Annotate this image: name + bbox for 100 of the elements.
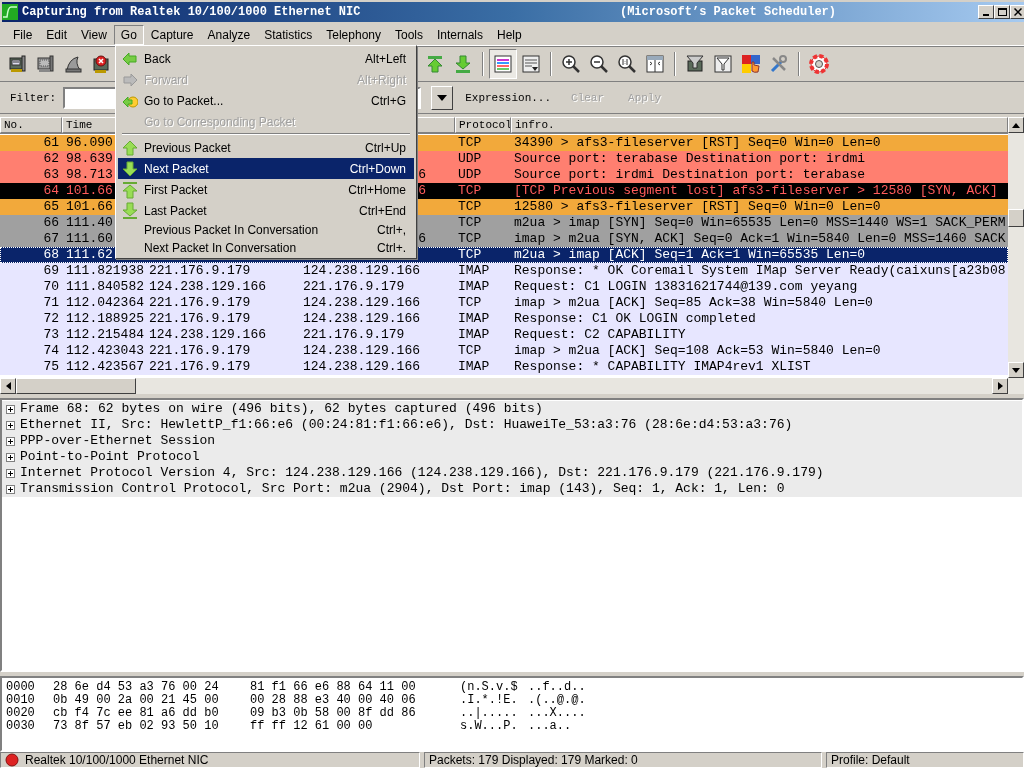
right-arrow-icon[interactable] (997, 382, 1003, 390)
window-subtitle: (Microsoft’s Packet Scheduler) (619, 5, 836, 19)
table-cell: 6 (418, 167, 426, 183)
packet-row[interactable]: 74 112.423043 221.176.9.179 124.238.129.166 TCP imap > m2ua [ACK] Seq=108 Ack=53 Win=5840 Len=0 (0, 343, 1008, 359)
dropdown-button[interactable] (431, 85, 454, 110)
scroll-thumb[interactable] (1008, 209, 1024, 227)
table-cell-text: 221.176.9.179 (148, 359, 251, 375)
table-cell-text: 74 (43, 343, 60, 359)
zoom-out-icon (589, 54, 609, 74)
up-to-bar-icon (122, 180, 138, 199)
expand-icon[interactable] (6, 468, 15, 478)
close-icon (1014, 8, 1022, 16)
expand-icon[interactable] (6, 404, 15, 414)
table-cell-text: 62 (43, 151, 60, 167)
packet-row[interactable]: 69 111.821938 221.176.9.179 124.238.129.166 IMAP Response: * OK Coremail System IMap Server Ready(caixuns[a23b08 (0, 263, 1008, 279)
menu-item[interactable]: Help (490, 24, 529, 45)
table-cell-text: imap > m2ua [ACK] Seq=108 Ack=53 Win=5840 Len=0 (513, 343, 882, 359)
expand-icon[interactable] (6, 484, 15, 494)
down-arrow-icon[interactable] (1012, 367, 1020, 373)
menu-item[interactable]: Go (113, 24, 144, 45)
table-cell-text: imap > m2ua [SYN, ACK] Seq=0 Ack=1 Win=5840 Len=0 MSS=1460 SACK (513, 231, 1007, 247)
menu-item[interactable]: Tools (388, 24, 430, 45)
table-cell-text: 75 (43, 359, 60, 375)
tree-item[interactable]: PPP-over-Ethernet Session (20, 433, 216, 449)
table-cell-text: Source port: terabase Destination port: irdmi (513, 151, 867, 167)
scroll-list-icon (521, 54, 541, 74)
menu-item[interactable]: Analyze (200, 24, 258, 45)
menu-item[interactable]: Next Packet Ctrl+Down (118, 158, 414, 179)
ascii-text: s.W...P. (460, 720, 519, 733)
caret-icon (437, 94, 448, 101)
table-cell-text: IMAP (457, 263, 490, 279)
up-arrow-icon[interactable] (1012, 122, 1020, 128)
packet-row[interactable]: 72 112.188925 221.176.9.179 124.238.129.166 IMAP Response: C1 OK LOGIN completed (0, 311, 1008, 327)
table-cell-text: 96.090 (65, 135, 113, 151)
expand-icon[interactable] (6, 420, 15, 430)
table-cell-text: 124.238.129.166 (148, 327, 267, 343)
packet-row[interactable]: 73 112.215484 124.238.129.166 221.176.9.179 IMAP Request: C2 CAPABILITY (0, 327, 1008, 343)
card-icon (36, 54, 56, 74)
left-arrow-icon[interactable] (5, 382, 11, 390)
table-cell-text: 111.840582 (65, 279, 144, 295)
table-cell-text: TCP (457, 215, 482, 231)
expand-icon[interactable] (6, 452, 15, 462)
table-cell-text: imap > m2ua [ACK] Seq=85 Ack=38 Win=5840 Len=0 (513, 295, 874, 311)
ascii-text: ...X.... (528, 707, 587, 720)
close-button[interactable] (1010, 5, 1024, 19)
menu-item[interactable]: Edit (39, 24, 75, 45)
menu-item[interactable]: Statistics (257, 24, 320, 45)
menu-item[interactable]: Internals (430, 24, 491, 45)
menu-item[interactable]: Go to Packet... Ctrl+G (118, 90, 414, 111)
expression-button[interactable]: Expression... (461, 89, 556, 106)
table-cell-text: 68 (43, 247, 60, 263)
menu-item[interactable]: View (74, 24, 114, 45)
ascii-text: ..|..... (460, 707, 519, 720)
expand-icon[interactable] (6, 436, 15, 446)
fin-icon (64, 54, 84, 74)
menu-item[interactable]: Back Alt+Left (118, 48, 414, 69)
column-header[interactable]: No. (0, 117, 62, 133)
table-cell-text: 124.238.129.166 (148, 279, 267, 295)
hex-offset: 0010 (6, 694, 36, 707)
table-cell-text: m2ua > imap [SYN] Seq=0 Win=65535 Len=0 MSS=1440 WS=1 SACK_PERM (513, 215, 1007, 231)
table-cell-text: 101.66 (65, 199, 113, 215)
table-cell-text: 98.639 (65, 151, 113, 167)
packet-row[interactable]: 70 111.840582 124.238.129.166 221.176.9.179 IMAP Request: C1 LOGIN 13831621744@139.com yeyang (0, 279, 1008, 295)
table-cell-text: 112.423567 (65, 359, 144, 375)
table-cell-text: Request: C1 LOGIN 13831621744@139.com yeyang (513, 279, 859, 295)
menu-item[interactable]: File (6, 24, 40, 45)
horizontal-scrollbar[interactable] (0, 378, 1024, 394)
table-cell-text: 124.238.129.166 (302, 311, 421, 327)
table-cell-text: TCP (457, 247, 482, 263)
table-cell-text: 221.176.9.179 (302, 327, 405, 343)
stop-card-icon (92, 54, 112, 74)
table-cell-text: 72 (43, 311, 60, 327)
table-cell-text: 12580 > afs3-fileserver [RST] Seq=0 Win=0 Len=0 (513, 199, 882, 215)
tree-item[interactable]: Point-to-Point Protocol (20, 449, 200, 465)
table-cell-text: 221.176.9.179 (148, 295, 251, 311)
card-list-icon (8, 54, 28, 74)
status-text: Packets: 179 Displayed: 179 Marked: 0 (424, 752, 822, 768)
table-cell-text: TCP (457, 231, 482, 247)
ascii-text: .I.*.!E. (460, 694, 519, 707)
minimize-button[interactable] (978, 5, 994, 19)
down-arrow-icon (122, 160, 138, 177)
table-cell-text: 64 (43, 183, 60, 199)
column-header[interactable]: infro. (511, 117, 1008, 133)
table-cell-text: 65 (43, 199, 60, 215)
table-cell-text: 124.238.129.166 (302, 343, 421, 359)
zoom-reset-icon (617, 54, 637, 74)
maximize-button[interactable] (994, 5, 1010, 19)
menu-item[interactable]: Capture (143, 24, 201, 45)
menu-item[interactable]: Telephony (319, 24, 388, 45)
table-cell-text: UDP (457, 151, 482, 167)
packet-row[interactable]: 71 112.042364 221.176.9.179 124.238.129.166 TCP imap > m2ua [ACK] Seq=85 Ack=38 Win=5840 Len=0 (0, 295, 1008, 311)
hex-bytes: 81 f1 66 e6 88 64 11 00 (250, 681, 417, 694)
table-cell-text: 124.238.129.166 (302, 263, 421, 279)
vertical-scrollbar[interactable] (1008, 117, 1024, 378)
packet-row[interactable]: 75 112.423567 221.176.9.179 124.238.129.166 IMAP Response: * CAPABILITY IMAP4rev1 XLIST (0, 359, 1008, 375)
table-cell-text: 101.66 (65, 183, 113, 199)
table-cell-text: 66 (43, 215, 60, 231)
maximize-icon (997, 8, 1007, 16)
scroll-thumb[interactable] (16, 378, 136, 394)
table-cell-text: 112.423043 (65, 343, 144, 359)
